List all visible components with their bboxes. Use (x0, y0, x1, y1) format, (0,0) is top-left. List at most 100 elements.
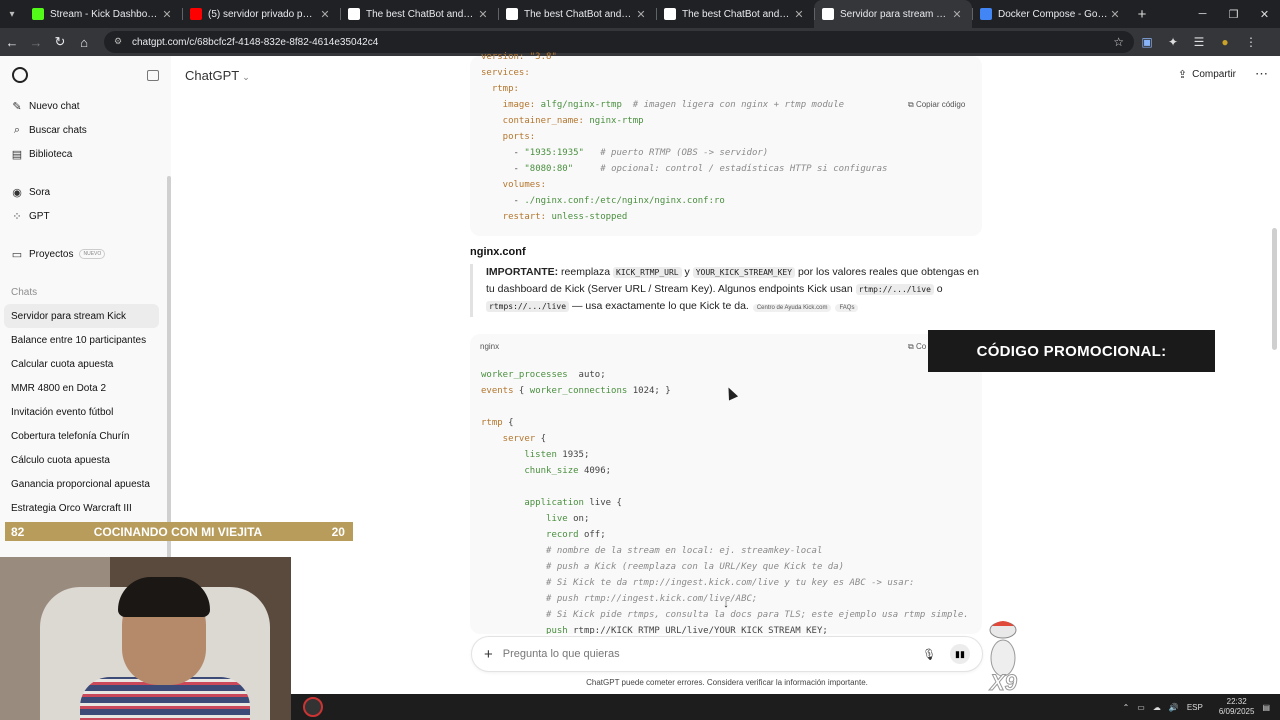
inline-code: YOUR_KICK_STREAM_KEY (692, 267, 796, 278)
sidebar-toggle-icon[interactable] (147, 69, 159, 81)
chat-history-item[interactable]: Invitación evento fútbol (0, 400, 171, 424)
language-indicator[interactable]: ESP (1187, 703, 1203, 712)
notifications-icon[interactable]: ▤ (1262, 703, 1270, 712)
model-selector[interactable]: ChatGPT ⌄ (185, 68, 250, 83)
media-icon[interactable]: ☰ (1186, 28, 1212, 56)
chat-history-item[interactable]: Servidor para stream Kick (4, 304, 159, 328)
attach-plus-icon[interactable]: + (484, 646, 493, 663)
sidebar-item[interactable]: ✎ Nuevo chat (0, 94, 171, 118)
share-button[interactable]: ⇪ Compartir (1178, 68, 1236, 81)
code-line: chunk_size 4096; (481, 466, 611, 476)
tab-title: Docker Compose - Google Sea... (998, 8, 1108, 20)
scroll-down-icon[interactable]: ↓ (718, 598, 734, 614)
browser-tab[interactable]: The best ChatBot and Widgets✕ (340, 0, 498, 28)
chat-history-item[interactable]: Cálculo cuota apuesta (0, 448, 171, 472)
code-token: 1935; (556, 450, 590, 460)
code-token: rtmp (481, 418, 503, 428)
voice-mode-icon[interactable]: ▮▮ (950, 644, 970, 664)
search-icon: ⌕ (13, 123, 21, 136)
browser-tab[interactable]: (5) servidor privado para irl en ...✕ (182, 0, 340, 28)
banner-title: COCINANDO CON MI VIEJITA (93, 524, 263, 539)
copy-code-button[interactable]: ⧉ Copiar código (908, 100, 965, 110)
edit-icon: ✎ (12, 100, 22, 113)
note-text: y (681, 266, 693, 278)
sidebar-item[interactable]: ⁘ GPT (0, 204, 171, 228)
code-token: unless-stopped (551, 212, 628, 222)
tab-search-icon[interactable]: ▾ (0, 0, 24, 28)
chat-history-item[interactable]: Balance entre 10 participantes (0, 328, 171, 352)
forward-icon[interactable]: → (24, 28, 48, 56)
browser-tab[interactable]: Servidor para stream Kick ✕ (814, 0, 972, 28)
chat-history-item[interactable]: Estrategia Orco Warcraft III (0, 496, 171, 520)
clock-time: 22:32 (1226, 697, 1247, 706)
tab-close-icon[interactable]: ✕ (318, 8, 332, 21)
tab-close-icon[interactable]: ✕ (634, 8, 648, 21)
back-icon[interactable]: ← (0, 28, 24, 56)
clock[interactable]: 22:32 6/09/2025 (1211, 697, 1255, 717)
tab-favicon-icon (980, 8, 992, 20)
clock-date: 6/09/2025 (1218, 707, 1255, 716)
tab-close-icon[interactable]: ✕ (160, 8, 174, 21)
sidebar-item[interactable]: ⌕ Buscar chats (0, 118, 171, 142)
prompt-input[interactable]: Pregunta lo que quieras (503, 648, 922, 660)
sidebar-item-label: Buscar chats (29, 124, 87, 136)
volume-icon[interactable]: 🔊 (1169, 703, 1179, 712)
inline-code: rtmps://.../live (486, 301, 570, 312)
new-tab-button[interactable]: + (1130, 6, 1154, 23)
reload-icon[interactable]: ↻ (48, 28, 72, 56)
more-options-icon[interactable]: ⋯ (1255, 66, 1268, 82)
home-icon[interactable]: ⌂ (72, 28, 96, 56)
code-line: # Si Kick te da rtmp://ingest.kick.com/l… (481, 578, 914, 588)
prompt-composer[interactable]: + Pregunta lo que quieras 🎙 ▮▮ (471, 636, 983, 672)
chat-history-item[interactable]: Cobertura telefonía Churín (0, 424, 171, 448)
extensions-icon[interactable]: ✦ (1160, 28, 1186, 56)
translate-icon[interactable]: ▣ (1134, 28, 1160, 56)
chat-history-item[interactable]: Calcular cuota apuesta (0, 352, 171, 376)
bookmark-star-icon[interactable]: ☆ (1113, 35, 1124, 49)
sidebar-item-label: Proyectos (29, 248, 74, 260)
code-token: # puerto RTMP (OBS -> servidor) (583, 148, 769, 158)
tab-favicon-icon (822, 8, 834, 20)
address-bar[interactable]: ⚙ chatgpt.com/c/68bcfc2f-4148-832e-8f82-… (104, 31, 1134, 53)
tab-close-icon[interactable]: ✕ (476, 8, 490, 21)
site-info-icon[interactable]: ⚙ (114, 36, 126, 48)
source-chip[interactable]: FAQs (835, 304, 859, 312)
code-token: nginx-rtmp (589, 116, 644, 126)
tab-close-icon[interactable]: ✕ (950, 8, 964, 21)
sidebar-item-proyectos[interactable]: ▭ Proyectos NUEVO (0, 242, 171, 266)
code-line: listen 1935; (481, 450, 589, 460)
taskbar-app-icon[interactable] (303, 697, 323, 717)
code-token: "1935:1935" (524, 148, 584, 158)
restore-icon[interactable]: ❐ (1218, 0, 1249, 28)
note-bold: IMPORTANTE: (486, 266, 559, 278)
code-token: server (481, 434, 536, 444)
minimize-icon[interactable]: ─ (1187, 0, 1218, 28)
close-window-icon[interactable]: ✕ (1249, 0, 1280, 28)
code-line: live on; (481, 514, 589, 524)
code-line: events { worker_connections 1024; } (481, 386, 671, 396)
browser-tab[interactable]: The best ChatBot and Widgets✕ (656, 0, 814, 28)
browser-menu-icon[interactable]: ⋮ (1238, 28, 1264, 56)
chat-history-item[interactable]: Ganancia proporcional apuesta (0, 472, 171, 496)
cloud-icon[interactable]: ☁ (1153, 703, 1161, 712)
browser-tab[interactable]: Stream - Kick Dashboard ✕ (24, 0, 182, 28)
tab-close-icon[interactable]: ✕ (1108, 8, 1122, 21)
chat-history-item[interactable]: MMR 4800 en Dota 2 (0, 376, 171, 400)
browser-toolbar: ← → ↻ ⌂ ⚙ chatgpt.com/c/68bcfc2f-4148-83… (0, 28, 1280, 56)
openai-logo-icon[interactable] (12, 67, 28, 83)
tab-close-icon[interactable]: ✕ (792, 8, 806, 21)
code-line: ports: (481, 132, 536, 142)
browser-tab[interactable]: Docker Compose - Google Sea...✕ (972, 0, 1130, 28)
source-chip[interactable]: Centro de Ayuda Kick.com (752, 304, 832, 312)
browser-tab[interactable]: The best ChatBot and Widgets✕ (498, 0, 656, 28)
copy-code-button[interactable]: ⧉ Co (908, 342, 926, 352)
sidebar-item[interactable]: ▤ Biblioteca (0, 142, 171, 166)
network-icon[interactable]: ▭ (1137, 703, 1145, 712)
microphone-icon[interactable]: 🎙 (922, 648, 936, 661)
main-scrollbar[interactable] (1272, 228, 1277, 350)
sidebar-item[interactable]: ◉ Sora (0, 180, 171, 204)
code-line: # nombre de la stream en local: ej. stre… (481, 546, 822, 556)
url-text: chatgpt.com/c/68bcfc2f-4148-832e-8f82-46… (132, 36, 379, 48)
profile-icon[interactable]: ● (1212, 28, 1238, 56)
chevron-up-icon[interactable]: ⌃ (1123, 703, 1130, 712)
